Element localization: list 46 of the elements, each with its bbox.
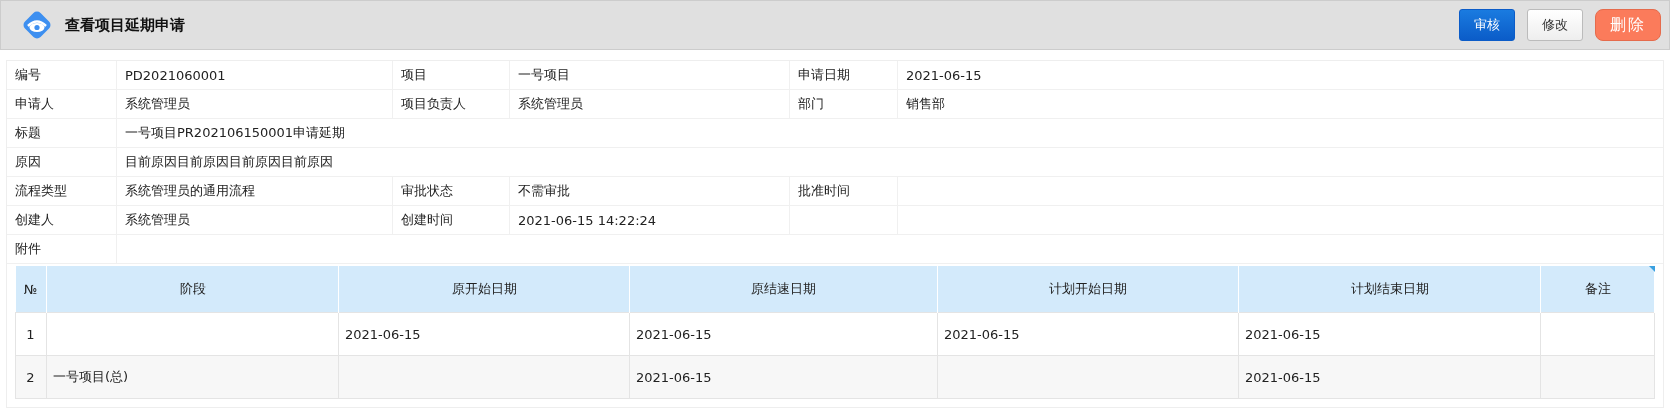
field-value: 不需审批 [518, 182, 570, 200]
field-value: 销售部 [906, 95, 945, 113]
table-cell: 2021-06-15 [944, 326, 1020, 342]
table-cell: 2021-06-15 [636, 369, 712, 385]
field-label: 项目 [401, 66, 427, 84]
field-label: 申请日期 [798, 66, 850, 84]
column-header: 原结速日期 [629, 266, 938, 313]
field-label: 原因 [15, 153, 41, 171]
field-label: 创建时间 [401, 211, 453, 229]
field-value: 系统管理员的通用流程 [125, 182, 255, 200]
action-button[interactable]: 审核 [1459, 9, 1515, 41]
column-header: 备注 [1540, 266, 1655, 313]
column-header: 计划结束日期 [1238, 266, 1541, 313]
field-value: 一号项目 [518, 66, 570, 84]
column-header: 计划开始日期 [937, 266, 1239, 313]
field-value: PD2021060001 [125, 67, 226, 83]
action-button[interactable]: 删除 [1595, 9, 1661, 41]
table-cell: 2 [26, 369, 35, 385]
field-value: 2021-06-15 14:22:24 [518, 212, 657, 228]
field-value: 系统管理员 [125, 95, 190, 113]
action-button[interactable]: 修改 [1527, 9, 1583, 41]
table-cell: 1 [26, 326, 35, 342]
column-header: № [15, 266, 47, 313]
field-value: 系统管理员 [518, 95, 583, 113]
field-value: 2021-06-15 [906, 67, 982, 83]
field-label: 批准时间 [798, 182, 850, 200]
field-label: 流程类型 [15, 182, 67, 200]
table-cell: 2021-06-15 [636, 326, 712, 342]
field-label: 项目负责人 [401, 95, 466, 113]
page-title: 查看项目延期申请 [65, 15, 185, 35]
column-header: 阶段 [46, 266, 339, 313]
field-label: 部门 [798, 95, 824, 113]
field-label: 审批状态 [401, 182, 453, 200]
field-label: 编号 [15, 66, 41, 84]
field-label: 创建人 [15, 211, 54, 229]
table-cell: 2021-06-15 [345, 326, 421, 342]
field-label: 标题 [15, 124, 41, 142]
field-value: 一号项目PR202106150001申请延期 [125, 124, 346, 142]
field-value: 目前原因目前原因目前原因目前原因 [125, 153, 333, 171]
table-cell: 2021-06-15 [1245, 326, 1321, 342]
table-cell: 一号项目(总) [53, 369, 129, 384]
column-header: 原开始日期 [338, 266, 630, 313]
field-label: 申请人 [15, 95, 54, 113]
table-cell: 2021-06-15 [1245, 369, 1321, 385]
field-label: 附件 [15, 240, 41, 258]
field-value: 系统管理员 [125, 211, 190, 229]
